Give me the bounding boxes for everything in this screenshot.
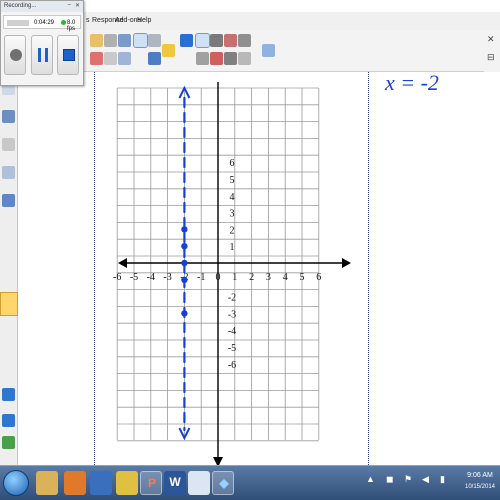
stop-icon: [63, 49, 75, 61]
recorder-close-icon[interactable]: ✕: [75, 2, 80, 9]
x-tick-label: 6: [316, 272, 321, 283]
word-document-icon[interactable]: [188, 471, 210, 495]
x-tick-label: 0: [216, 272, 221, 283]
minimize-icon[interactable]: –: [68, 2, 71, 8]
x-tick-label: -4: [147, 272, 155, 283]
plotted-point: [181, 310, 188, 317]
tray-flag-icon[interactable]: ⚑: [404, 474, 412, 485]
smart-notebook-icon[interactable]: ◆: [212, 471, 234, 495]
plotted-point: [181, 226, 188, 233]
windows-explorer-icon[interactable]: [36, 471, 58, 495]
y-tick-label: -2: [228, 293, 236, 304]
word-icon[interactable]: W: [164, 471, 186, 495]
plotted-point: [181, 276, 188, 283]
y-tick-label: 1: [230, 242, 235, 253]
pause-button[interactable]: [31, 35, 53, 75]
firefox-icon[interactable]: [64, 471, 86, 495]
smart-notebook-window: s Response Add-ons Help ✕ ⊟ -6 -5 -4 -3 …: [0, 0, 500, 500]
y-tick-label: 4: [230, 192, 235, 203]
pause-icon: [38, 48, 48, 62]
y-tick-label: -4: [228, 326, 236, 337]
clock-date[interactable]: 10/15/2014: [462, 484, 498, 490]
y-tick-label: -6: [228, 360, 236, 371]
plotted-point: [181, 259, 188, 267]
x-tick-label: 1: [232, 272, 237, 283]
x-tick-label: -3: [163, 272, 171, 283]
recorder-fps: 8.0 fps: [67, 20, 76, 32]
x-axis-arrow-right: [342, 258, 351, 268]
tray-volume-icon[interactable]: ◀: [422, 474, 429, 485]
tray-chevron-icon[interactable]: ▲: [366, 474, 375, 484]
tray-power-icon[interactable]: ▮: [440, 474, 445, 485]
start-button[interactable]: [3, 470, 29, 496]
y-tick-label: 2: [230, 225, 235, 236]
y-tick-label: -5: [228, 343, 236, 354]
y-tick-label: 3: [230, 209, 235, 220]
handwritten-equation: x = -2: [384, 70, 439, 95]
x-tick-label: 3: [266, 272, 271, 283]
chrome-icon[interactable]: [116, 471, 138, 495]
recorder-menu-dropdown[interactable]: [7, 20, 29, 26]
tray-network-icon[interactable]: ◼: [386, 474, 393, 485]
recorder-elapsed: 0:04:29: [34, 20, 55, 26]
x-tick-label: -1: [197, 272, 205, 283]
recorder-status: 0:04:29 8.0 fps: [3, 15, 81, 32]
clock-time[interactable]: 9:06 AM: [462, 472, 498, 479]
y-tick-label: 5: [230, 175, 235, 186]
x-tick-label: 4: [283, 272, 288, 283]
x-tick-label: -6: [113, 272, 121, 283]
powerpoint-icon[interactable]: P: [140, 471, 162, 495]
x-tick-labels: -6-5-4-3-2-10123456: [113, 272, 321, 283]
x-tick-label: 5: [300, 272, 305, 283]
system-tray[interactable]: ▲ ◼ ⚑ ◀ ▮: [356, 474, 456, 492]
recording-indicator-icon: [61, 20, 66, 25]
y-tick-label: 6: [230, 158, 235, 169]
x-tick-label: 2: [249, 272, 254, 283]
recorder-widget[interactable]: Recording... – ✕ 0:04:29 8.0 fps: [0, 0, 84, 86]
record-icon: [10, 49, 22, 61]
x-tick-label: -5: [130, 272, 138, 283]
media-player-icon[interactable]: [90, 471, 112, 495]
record-button[interactable]: [4, 35, 26, 75]
y-tick-label: -3: [228, 309, 236, 320]
stop-button[interactable]: [57, 35, 79, 75]
plotted-point: [181, 243, 188, 250]
taskbar: P W ◆ ▲ ◼ ⚑ ◀ ▮: [0, 465, 500, 500]
x-axis-arrow-left: [118, 258, 127, 268]
